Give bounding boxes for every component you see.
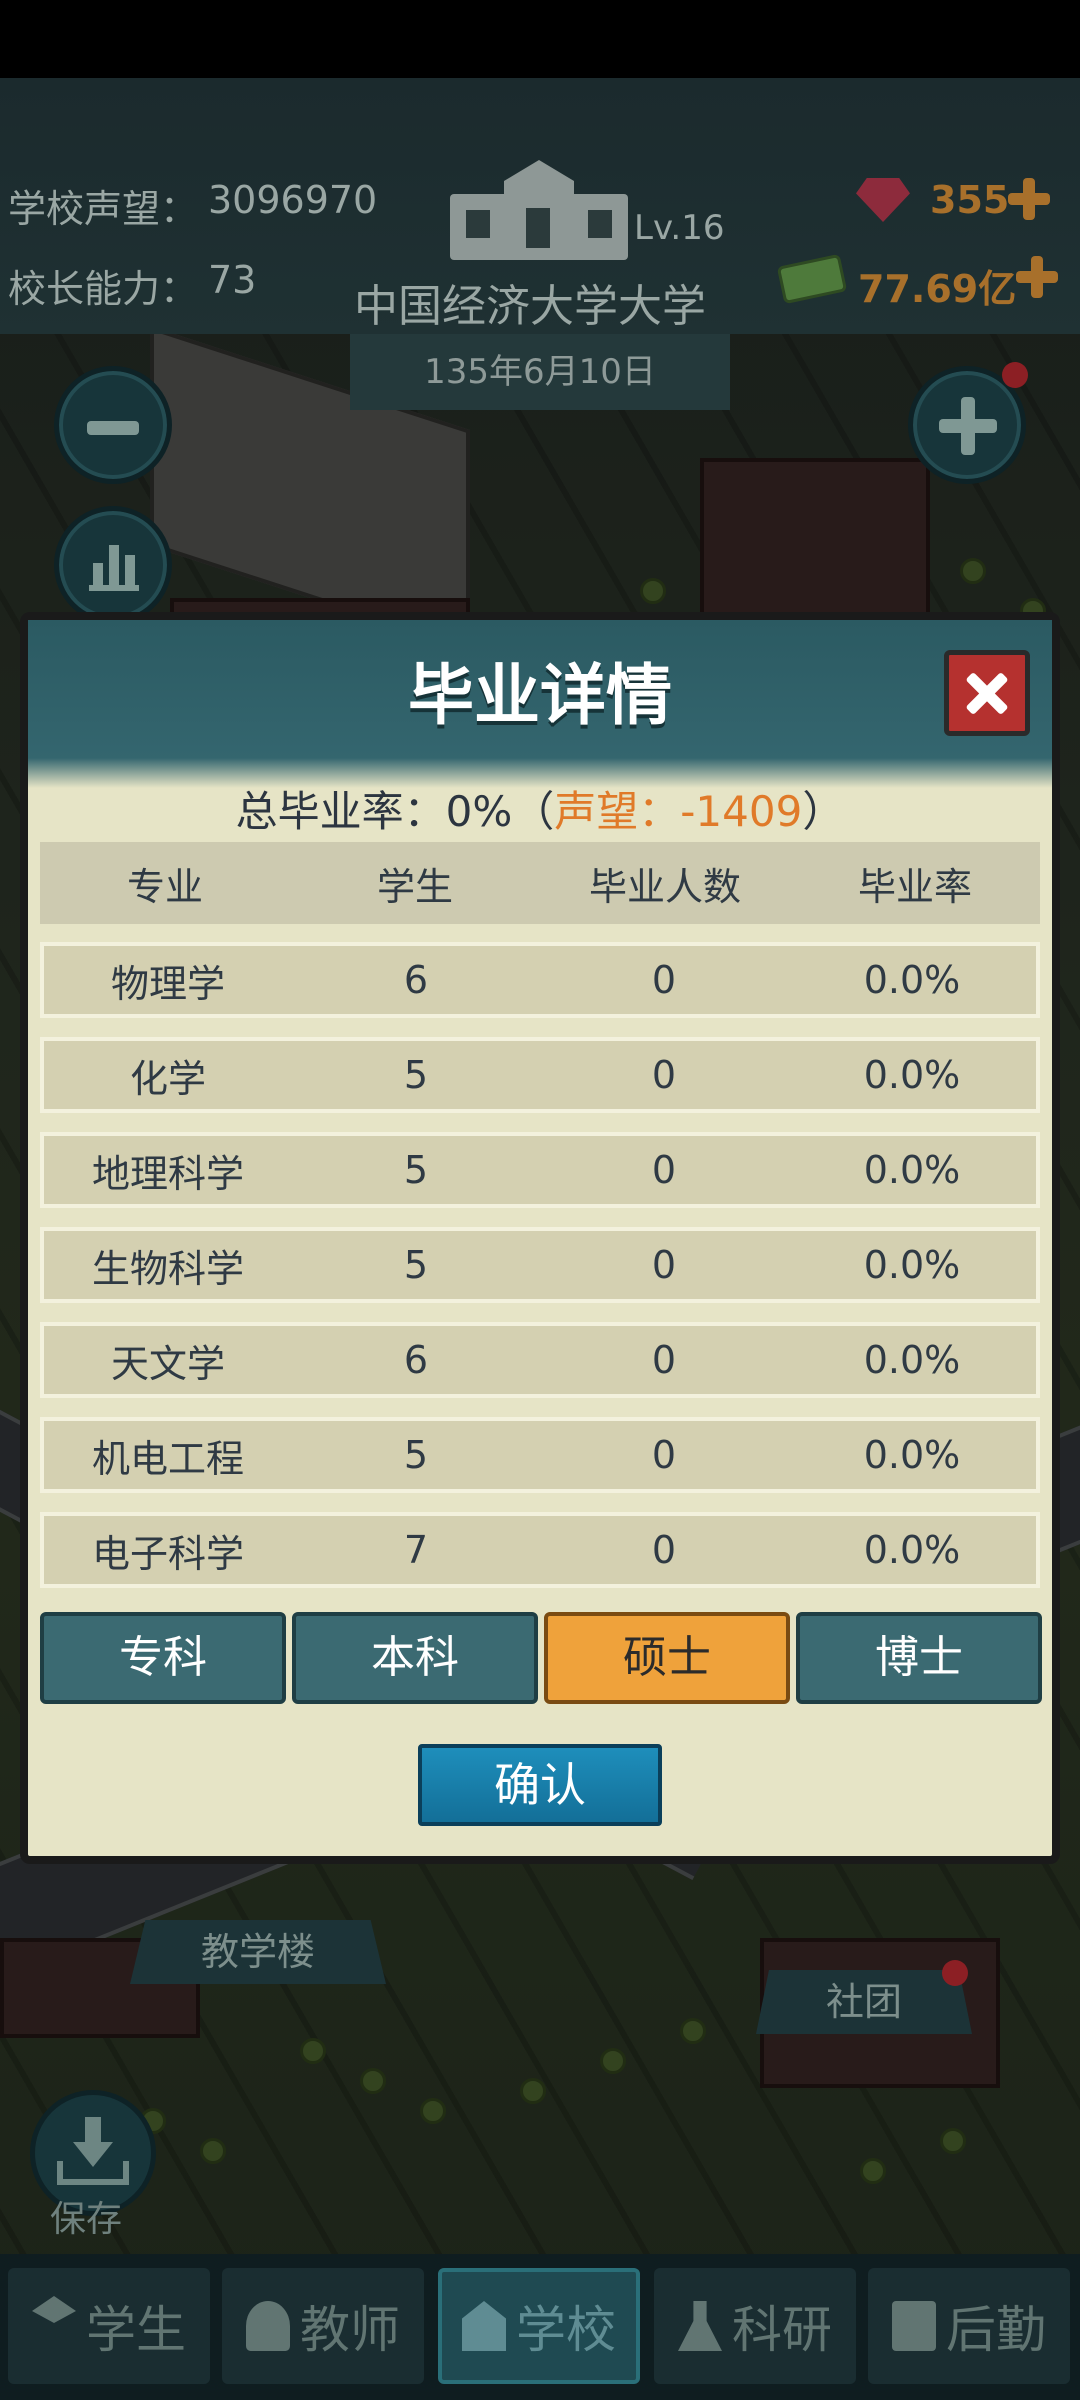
cash-icon <box>776 253 848 305</box>
table-row: 机电工程 5 0 0.0% <box>40 1417 1040 1493</box>
nav-research[interactable]: 科研 <box>654 2268 856 2384</box>
tab-doctorate[interactable]: 博士 <box>796 1612 1042 1704</box>
cell-major: 化学 <box>129 1056 206 1101</box>
cell-major: 物理学 <box>110 961 225 1006</box>
minus-icon <box>87 421 139 435</box>
reputation-label: 学校声望： <box>8 187 199 231</box>
cell-rate: 0.0% <box>863 958 961 1002</box>
confirm-button[interactable]: 确认 <box>418 1744 662 1826</box>
bottom-navigation: 学生 教师 学校 科研 后勤 <box>0 2254 1080 2400</box>
tab-bachelor[interactable]: 本科 <box>292 1612 538 1704</box>
flask-icon <box>678 2301 722 2351</box>
column-graduates: 毕业人数 <box>588 864 741 909</box>
tab-associate[interactable]: 专科 <box>40 1612 286 1704</box>
dialog-title: 毕业详情 <box>408 657 672 734</box>
cell-rate: 0.0% <box>863 1433 961 1477</box>
nav-students[interactable]: 学生 <box>8 2268 210 2384</box>
nav-school-label: 学校 <box>516 2301 616 2359</box>
tab-master[interactable]: 硕士 <box>544 1612 790 1704</box>
cell-students: 6 <box>403 1338 429 1382</box>
nav-logistics[interactable]: 后勤 <box>868 2268 1070 2384</box>
column-students: 学生 <box>376 864 453 909</box>
summary-rate: 总毕业率：0%（ <box>235 787 555 836</box>
table-row: 生物科学 5 0 0.0% <box>40 1227 1040 1303</box>
zoom-out-button[interactable] <box>54 366 172 484</box>
cell-major: 天文学 <box>110 1341 225 1386</box>
column-rate: 毕业率 <box>857 864 972 909</box>
cell-rate: 0.0% <box>863 1243 961 1287</box>
stats-button[interactable] <box>54 506 172 624</box>
school-building-icon <box>450 160 628 260</box>
cell-major: 机电工程 <box>91 1436 244 1481</box>
download-icon <box>73 2117 113 2167</box>
notification-dot <box>1002 362 1028 388</box>
cell-graduates: 0 <box>651 1433 677 1477</box>
cell-students: 5 <box>403 1433 429 1477</box>
principal-ability-label: 校长能力： <box>8 267 199 311</box>
school-level: Lv.16 <box>634 208 725 248</box>
gem-count: 355 <box>930 178 1010 222</box>
money-amount: 77.69亿 <box>858 267 1017 311</box>
game-date: 135年6月10日 <box>350 334 730 410</box>
graduation-summary: 总毕业率：0%（声望：-1409） <box>28 778 1052 839</box>
cell-students: 7 <box>403 1528 429 1572</box>
table-row: 物理学 6 0 0.0% <box>40 942 1040 1018</box>
cell-students: 5 <box>403 1243 429 1287</box>
nav-teachers[interactable]: 教师 <box>222 2268 424 2384</box>
cell-rate: 0.0% <box>863 1148 961 1192</box>
gem-icon <box>856 178 910 222</box>
cell-rate: 0.0% <box>863 1053 961 1097</box>
degree-tabs: 专科 本科 硕士 博士 <box>40 1612 1042 1704</box>
cell-students: 5 <box>403 1053 429 1097</box>
student-icon <box>32 2296 76 2323</box>
nav-teachers-label: 教师 <box>300 2301 400 2359</box>
teacher-icon <box>246 2301 290 2351</box>
close-button[interactable] <box>944 650 1030 736</box>
nav-school[interactable]: 学校 <box>438 2268 640 2384</box>
cell-graduates: 0 <box>651 1338 677 1382</box>
dialog-header: 毕业详情 <box>28 620 1052 788</box>
club-notification-dot <box>942 1960 968 1986</box>
summary-reputation: 声望：-1409 <box>554 787 803 836</box>
graduation-details-dialog: 毕业详情 总毕业率：0%（声望：-1409） 专业 学生 毕业人数 毕业率 物理… <box>20 612 1060 1864</box>
nav-logistics-label: 后勤 <box>946 2301 1046 2359</box>
add-gems-button[interactable] <box>1006 176 1052 222</box>
cell-graduates: 0 <box>651 1243 677 1287</box>
cell-students: 5 <box>403 1148 429 1192</box>
teaching-building-label[interactable]: 教学楼 <box>130 1920 386 1984</box>
table-row: 电子科学 7 0 0.0% <box>40 1512 1040 1588</box>
school-name: 中国经济大学大学 <box>354 281 706 332</box>
cell-graduates: 0 <box>651 1528 677 1572</box>
cell-major: 生物科学 <box>91 1246 244 1291</box>
bar-chart-icon <box>89 541 139 591</box>
cell-rate: 0.0% <box>863 1528 961 1572</box>
cell-graduates: 0 <box>651 1148 677 1192</box>
cell-graduates: 0 <box>651 1053 677 1097</box>
cell-major: 地理科学 <box>91 1151 244 1196</box>
reputation-value: 3096970 <box>208 178 378 222</box>
top-status-bar: 学校声望： 3096970 校长能力： 73 Lv.16 中国经济大学大学 35… <box>0 78 1080 334</box>
save-label: 保存 <box>50 2199 123 2240</box>
table-header: 专业 学生 毕业人数 毕业率 <box>40 842 1040 924</box>
cell-major: 电子科学 <box>91 1531 244 1576</box>
add-money-button[interactable] <box>1014 254 1060 300</box>
table-row: 天文学 6 0 0.0% <box>40 1322 1040 1398</box>
school-icon <box>462 2301 506 2351</box>
cell-rate: 0.0% <box>863 1338 961 1382</box>
principal-ability-value: 73 <box>208 258 257 302</box>
summary-suffix: ） <box>802 787 845 836</box>
table-row: 化学 5 0 0.0% <box>40 1037 1040 1113</box>
club-label[interactable]: 社团 <box>756 1970 972 2034</box>
cell-graduates: 0 <box>651 958 677 1002</box>
column-major: 专业 <box>126 864 203 909</box>
nav-research-label: 科研 <box>732 2301 832 2359</box>
nav-students-label: 学生 <box>86 2301 186 2359</box>
cell-students: 6 <box>403 958 429 1002</box>
table-row: 地理科学 5 0 0.0% <box>40 1132 1040 1208</box>
clipboard-icon <box>892 2301 936 2351</box>
